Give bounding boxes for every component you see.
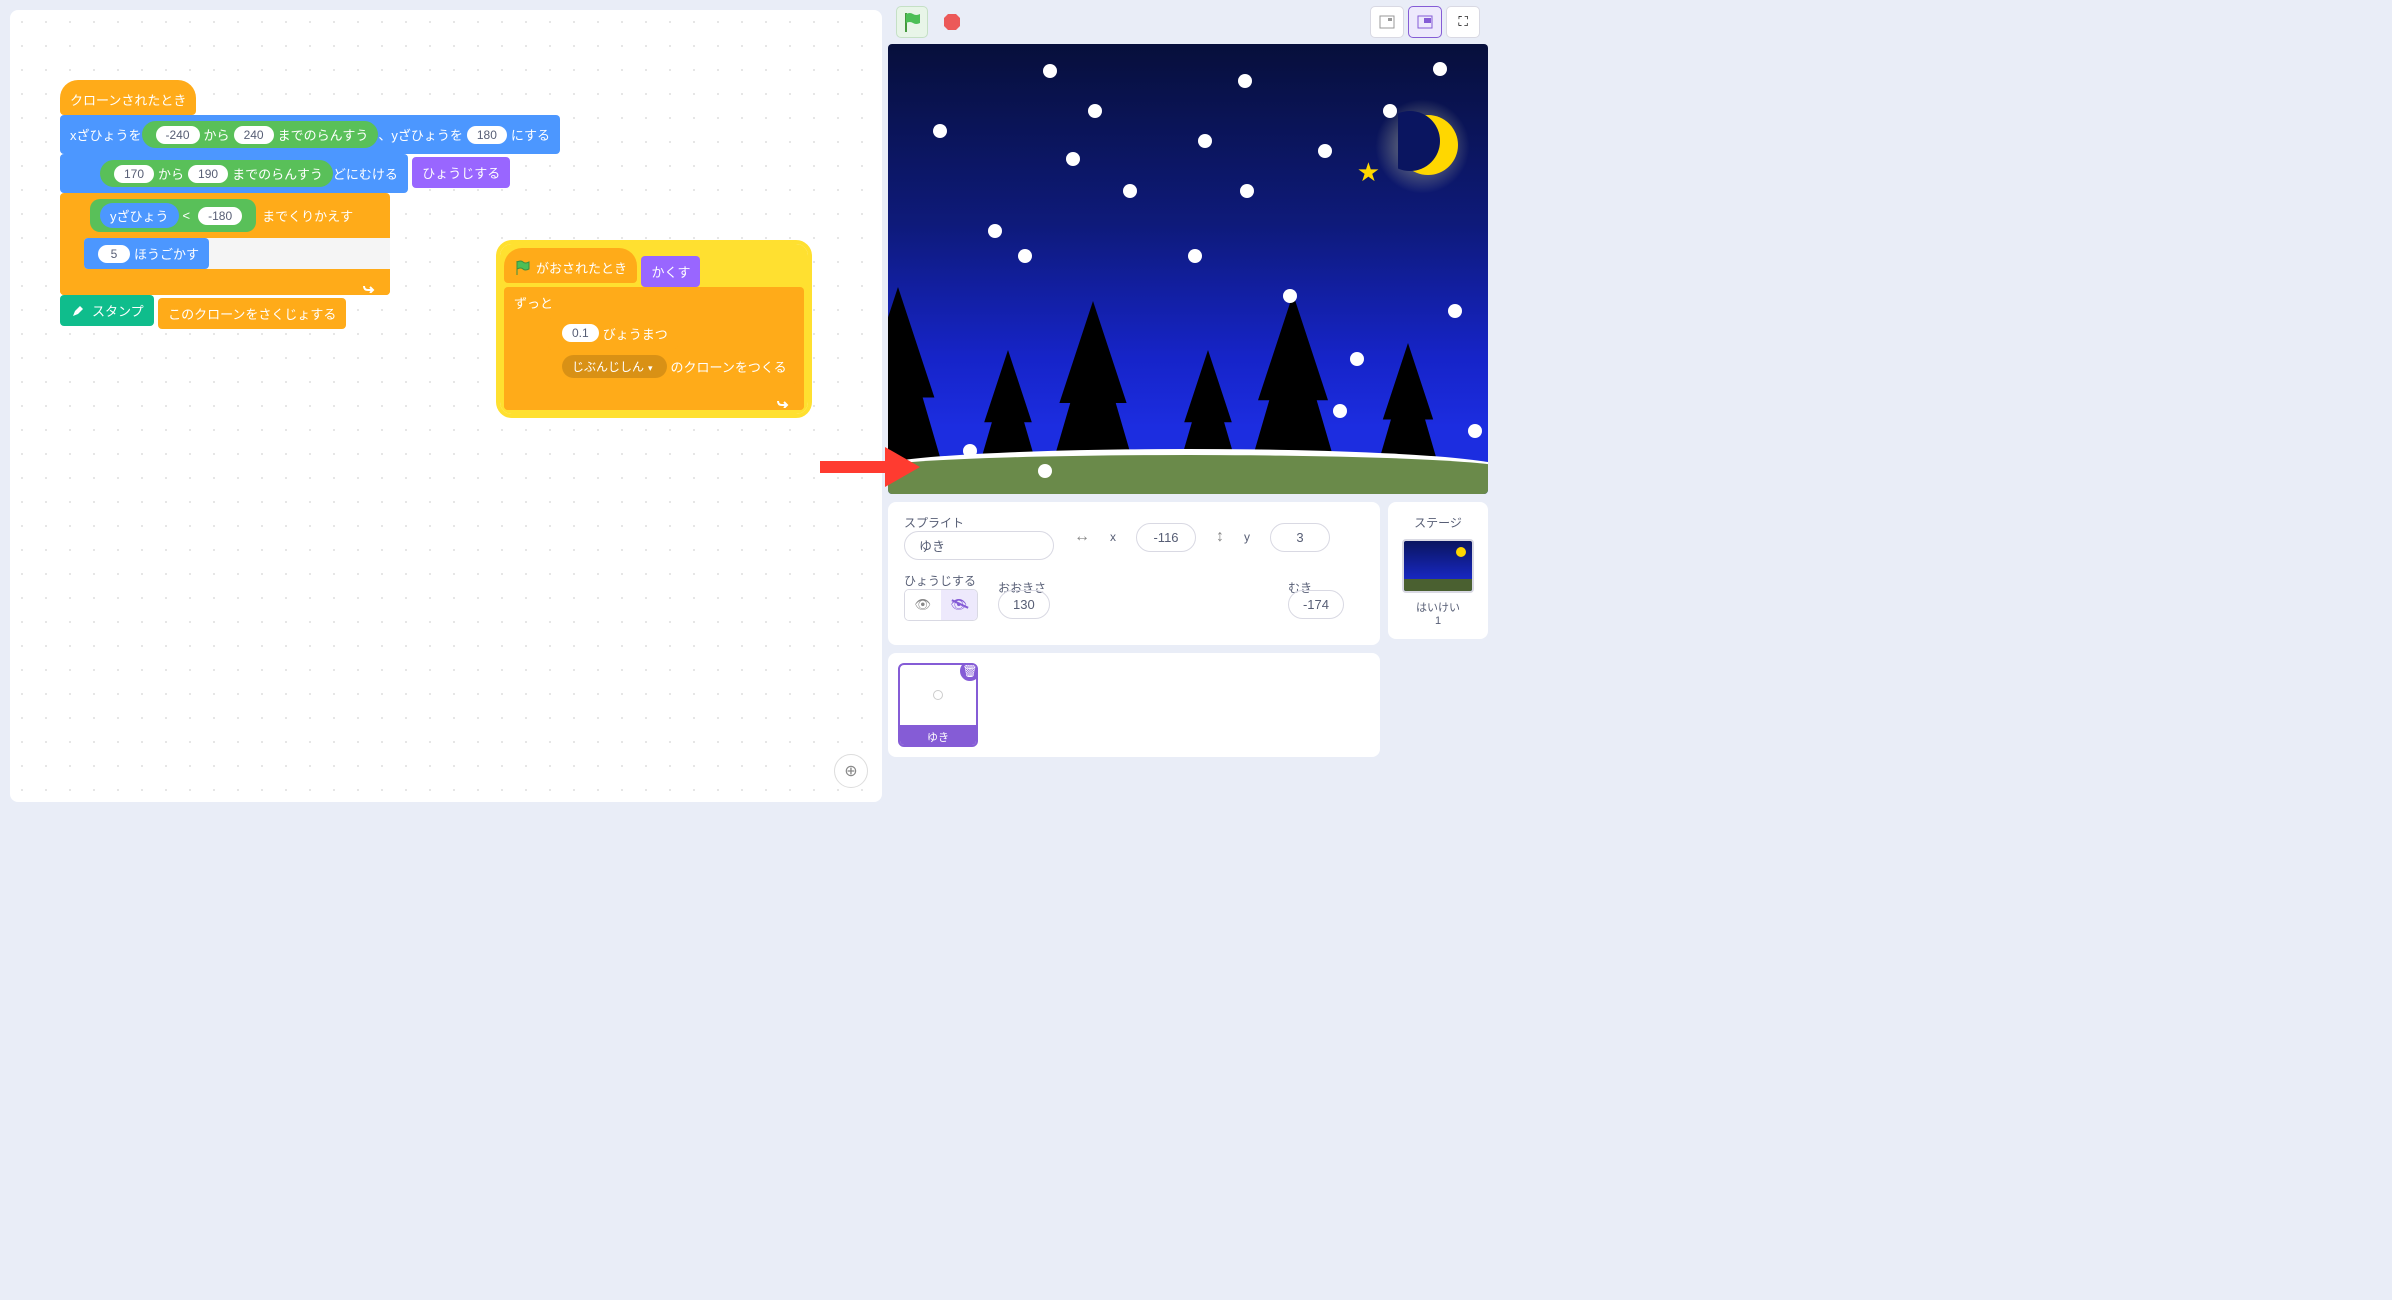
large-stage-button[interactable] <box>1408 6 1442 38</box>
stage-title: ステージ <box>1400 514 1476 531</box>
show-sprite-button[interactable]: 👁 <box>905 590 941 620</box>
block-hide[interactable]: かくす <box>641 256 700 287</box>
block-forever[interactable]: ずっと 0.1 びょうまつ じぶんじしん のクローンをつくる <box>504 287 804 410</box>
snowflake <box>1240 184 1254 198</box>
operator-random-x[interactable]: -240 から 240 までのらんすう <box>142 121 379 148</box>
snowflake <box>1383 104 1397 118</box>
input-dir-from[interactable]: 170 <box>114 165 154 183</box>
snowflake <box>1350 352 1364 366</box>
block-point-direction[interactable]: 170 から 190 までのらんすう どにむける <box>60 154 408 193</box>
sprite-label: スプライト <box>904 514 1054 531</box>
snowflake <box>1333 404 1347 418</box>
moon-icon <box>1398 109 1458 181</box>
hat-when-flag[interactable]: がおされたとき <box>504 248 637 283</box>
block-repeat-until[interactable]: yざひょう < -180 までくりかえす 5 ほうごかす <box>60 193 390 295</box>
show-label: ひょうじする <box>904 572 978 589</box>
input-dir-to[interactable]: 190 <box>188 165 228 183</box>
ground <box>888 449 1488 494</box>
operator-less-than[interactable]: yざひょう < -180 <box>90 199 256 232</box>
fullscreen-button[interactable]: ⛶ <box>1446 6 1480 38</box>
snowflake <box>1318 144 1332 158</box>
snowflake <box>1188 249 1202 263</box>
sprite-tile-yuki[interactable]: 🗑 ゆき <box>898 663 978 747</box>
input-rand-x-to[interactable]: 240 <box>234 126 274 144</box>
zoom-in-button[interactable]: ⊕ <box>834 754 868 788</box>
loop-arrow-icon <box>362 279 378 293</box>
snowflake <box>933 124 947 138</box>
snowflake <box>1238 74 1252 88</box>
hide-sprite-button[interactable]: 👁 <box>941 590 977 620</box>
stage-header: ⛶ <box>888 0 1488 44</box>
block-create-clone[interactable]: じぶんじしん のクローンをつくる <box>548 349 797 384</box>
snowflake <box>1448 304 1462 318</box>
snowflake <box>1198 134 1212 148</box>
snowflake <box>1043 64 1057 78</box>
snowflake <box>963 444 977 458</box>
input-goto-y[interactable]: 180 <box>467 126 507 144</box>
sprite-info-panel: スプライト ↔ x -116 ↕ y 3 ひょうじする <box>888 502 1380 645</box>
sprite-size-input[interactable]: 130 <box>998 590 1050 619</box>
scripts-panel[interactable]: クローンされたとき xざひょうを -240 から 240 までのらんすう 、yざ… <box>10 10 882 802</box>
snowflake <box>1123 184 1137 198</box>
stage-canvas[interactable]: ★ <box>888 44 1488 494</box>
annotation-arrow-icon <box>820 432 920 502</box>
block-move-steps[interactable]: 5 ほうごかす <box>84 238 209 269</box>
star-icon: ★ <box>1357 157 1380 188</box>
snowflake <box>1468 424 1482 438</box>
script-when-flag-clicked[interactable]: がおされたとき かくす ずっと 0.1 びょうまつ じぶんじしん のクローンをつ… <box>500 244 808 414</box>
dropdown-clone-target[interactable]: じぶんじしん <box>562 355 667 378</box>
block-delete-clone[interactable]: このクローンをさくじょする <box>158 298 346 329</box>
input-wait-secs[interactable]: 0.1 <box>562 324 599 342</box>
sprite-list: 🗑 ゆき <box>888 653 1380 757</box>
snowflake <box>1283 289 1297 303</box>
stage-info-panel[interactable]: ステージ はいけい 1 <box>1388 502 1488 639</box>
snowflake <box>1066 152 1080 166</box>
block-stamp[interactable]: スタンプ <box>60 295 154 326</box>
operator-random-dir[interactable]: 170 から 190 までのらんすう <box>100 160 333 187</box>
stop-button[interactable] <box>936 6 968 38</box>
green-flag-button[interactable] <box>896 6 928 38</box>
snowflake <box>1018 249 1032 263</box>
hat-when-cloned[interactable]: クローンされたとき <box>60 80 196 115</box>
green-flag-icon <box>514 259 532 277</box>
script-when-cloned[interactable]: クローンされたとき xざひょうを -240 から 240 までのらんすう 、yざ… <box>60 80 560 329</box>
block-wait[interactable]: 0.1 びょうまつ <box>548 318 678 349</box>
stage-thumbnail[interactable] <box>1402 539 1474 593</box>
snowflake <box>1433 62 1447 76</box>
sprite-name-input[interactable] <box>904 531 1054 560</box>
snowflake <box>1038 464 1052 478</box>
block-goto-random[interactable]: xざひょうを -240 から 240 までのらんすう 、yざひょうを 180 に… <box>60 115 560 154</box>
small-stage-button[interactable] <box>1370 6 1404 38</box>
loop-arrow-icon <box>776 394 792 408</box>
pen-icon <box>70 303 86 319</box>
input-rand-x-from[interactable]: -240 <box>156 126 200 144</box>
snowflake <box>988 224 1002 238</box>
block-show[interactable]: ひょうじする <box>412 157 510 188</box>
sprite-y-input[interactable]: 3 <box>1270 523 1330 552</box>
input-neg180[interactable]: -180 <box>198 207 242 225</box>
backdrop-count: 1 <box>1400 615 1476 627</box>
snowflake <box>1088 104 1102 118</box>
sprite-x-input[interactable]: -116 <box>1136 523 1196 552</box>
sprite-direction-input[interactable]: -174 <box>1288 590 1344 619</box>
input-move-steps[interactable]: 5 <box>98 245 130 263</box>
reporter-y-position[interactable]: yざひょう <box>100 203 179 228</box>
